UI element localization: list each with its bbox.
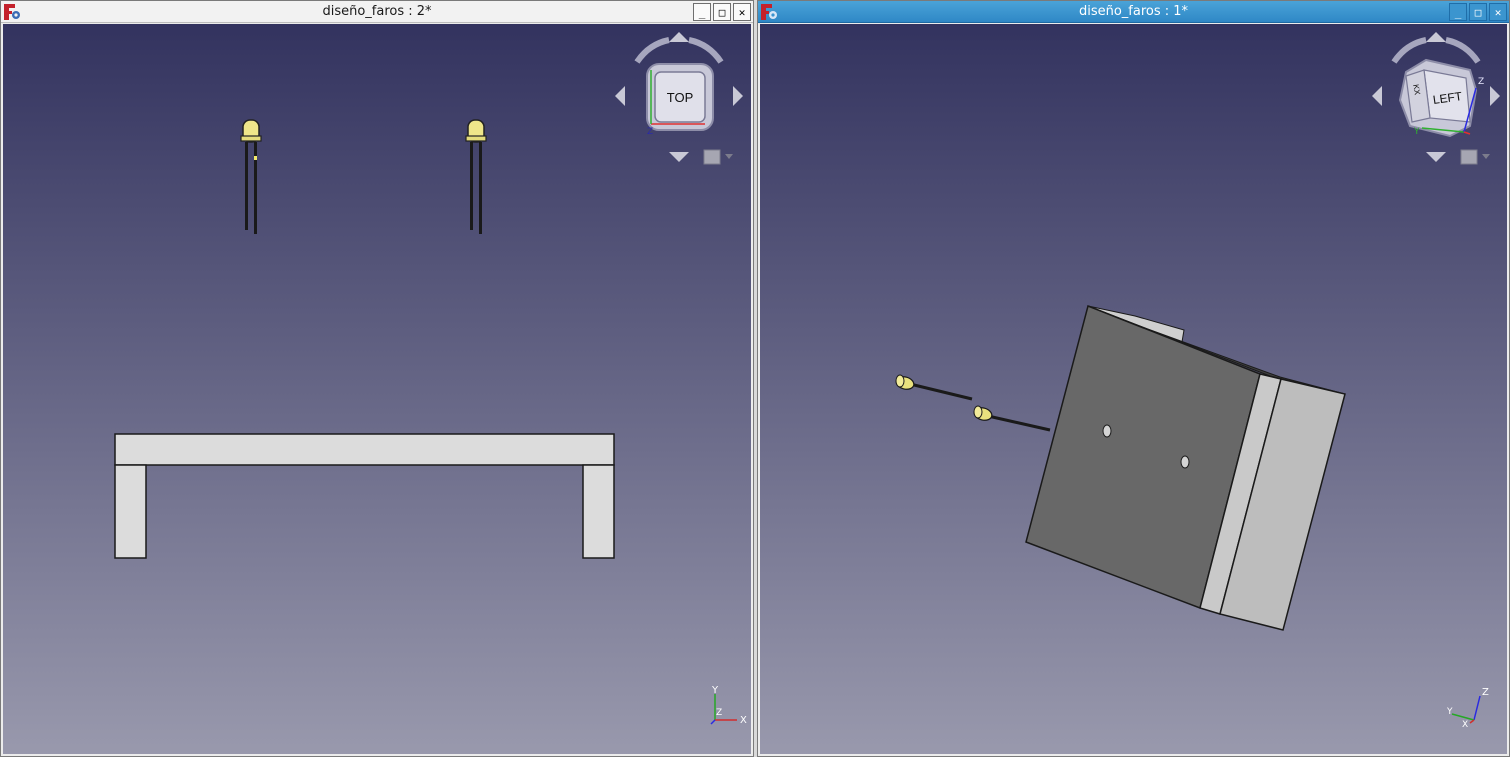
minimize-button[interactable]: _: [1449, 3, 1467, 21]
maximize-button[interactable]: □: [713, 3, 731, 21]
axis-z-label: Z: [716, 708, 722, 718]
cube-menu-icon[interactable]: [703, 149, 721, 165]
axis-z-label: Z: [1482, 687, 1489, 698]
rotate-right-arrow-icon[interactable]: [688, 37, 724, 64]
cube-menu-icon[interactable]: [1460, 149, 1478, 165]
mounting-hole: [1102, 424, 1112, 438]
close-button[interactable]: ✕: [1489, 3, 1507, 21]
arrow-right-icon[interactable]: [1490, 86, 1500, 106]
window-titlebar[interactable]: diseño_faros : 2* _ □ ✕: [1, 1, 753, 23]
navigation-cube[interactable]: TOP Z: [609, 30, 749, 166]
mdi-window-top-view[interactable]: diseño_faros : 2* _ □ ✕ TOP Z Y Z X: [0, 0, 754, 757]
navcube-face-label[interactable]: TOP: [667, 90, 694, 105]
navcube-axis-label: Z: [647, 127, 653, 137]
axis-x-label: X: [1462, 720, 1468, 730]
window-title: diseño_faros : 1*: [1078, 4, 1189, 19]
arrow-left-icon[interactable]: [615, 86, 625, 106]
rotate-left-arrow-icon[interactable]: [634, 37, 670, 64]
rotate-left-arrow-icon[interactable]: [1391, 37, 1427, 64]
arrow-right-icon[interactable]: [733, 86, 743, 106]
arrow-down-icon[interactable]: [669, 152, 689, 162]
mdi-window-left-view[interactable]: diseño_faros : 1* _ □ ✕ LEFT KX Z Y Z Y …: [757, 0, 1510, 757]
3d-viewport[interactable]: TOP Z Y Z X: [3, 24, 751, 754]
navigation-cube[interactable]: LEFT KX Z Y: [1366, 30, 1506, 166]
3d-viewport[interactable]: LEFT KX Z Y Z Y X: [760, 24, 1507, 754]
navcube-axis-label: Z: [1478, 77, 1484, 87]
rotate-right-arrow-icon[interactable]: [1445, 37, 1481, 64]
mounting-hole: [1180, 455, 1190, 469]
axis-cross: Z Y X: [1446, 687, 1489, 730]
axis-y-label: Y: [1446, 707, 1453, 717]
arrow-left-icon[interactable]: [1372, 86, 1382, 106]
navcube-axis-label: Y: [1413, 127, 1420, 137]
minimize-button[interactable]: _: [693, 3, 711, 21]
axis-y-label: Y: [711, 685, 719, 696]
window-titlebar[interactable]: diseño_faros : 1* _ □ ✕: [758, 1, 1509, 23]
axis-x-label: X: [740, 715, 747, 726]
arrow-down-icon[interactable]: [1426, 152, 1446, 162]
maximize-button[interactable]: □: [1469, 3, 1487, 21]
window-title: diseño_faros : 2*: [322, 4, 432, 19]
arrow-up-icon[interactable]: [1426, 32, 1446, 42]
arrow-up-icon[interactable]: [669, 32, 689, 42]
close-button[interactable]: ✕: [733, 3, 751, 21]
axis-cross: Y Z X: [710, 685, 747, 726]
